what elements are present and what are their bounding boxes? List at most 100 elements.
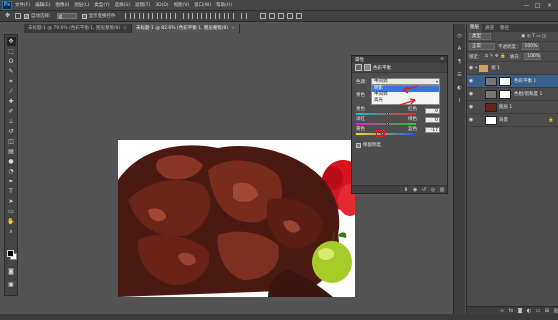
3d-slide-icon[interactable]: [295, 13, 302, 19]
path-select-icon[interactable]: ➤: [7, 197, 16, 206]
quick-select-tool-icon[interactable]: ✎: [7, 67, 16, 76]
tab-layers[interactable]: 图层: [467, 24, 482, 32]
show-transform-checkbox[interactable]: [81, 13, 87, 19]
marquee-tool-icon[interactable]: ⬚: [7, 47, 16, 56]
menu-layer[interactable]: 图层(L): [74, 2, 89, 8]
3d-rotate-icon[interactable]: [268, 13, 275, 19]
close-tab-icon[interactable]: ×: [231, 26, 235, 31]
align-vcenter-icon[interactable]: [133, 13, 140, 19]
menu-select[interactable]: 选择(S): [115, 2, 130, 8]
delete-layer-icon[interactable]: ▥: [553, 308, 558, 314]
slider-handle[interactable]: [385, 121, 390, 126]
visibility-eye-icon[interactable]: ◉: [467, 65, 475, 71]
tab-document-2[interactable]: 未标题-1 @ 82.6% (色彩平衡 1, 图层蒙版/8) ×: [131, 24, 240, 33]
tab-document-1[interactable]: 未标题-1 @ 79.6% (色彩平衡 1, 图层蒙版/8) ×: [24, 24, 132, 33]
menu-type[interactable]: 类型(Y): [94, 2, 109, 8]
3d-drag-icon[interactable]: [286, 13, 293, 19]
layer-mask-icon[interactable]: [364, 64, 371, 71]
move-tool-icon[interactable]: ✥: [6, 37, 16, 46]
3d-roll-icon[interactable]: [277, 13, 284, 19]
eyedropper-tool-icon[interactable]: ⁄: [7, 87, 16, 96]
menu-window[interactable]: 窗口(W): [194, 2, 211, 8]
visibility-eye-icon[interactable]: ◉: [467, 117, 475, 123]
layer-style-icon[interactable]: fx: [508, 308, 514, 314]
align-right-icon[interactable]: [169, 13, 176, 19]
lasso-tool-icon[interactable]: ʘ: [7, 57, 16, 66]
distribute-hcenter-icon[interactable]: [218, 13, 225, 19]
info-icon[interactable]: i: [456, 97, 463, 104]
new-adjustment-icon[interactable]: ◐: [526, 308, 532, 314]
crop-tool-icon[interactable]: ⌗: [7, 77, 16, 86]
auto-select-dropdown[interactable]: 组: [56, 13, 77, 19]
quick-mask-icon[interactable]: ◙: [7, 267, 16, 276]
clip-to-layer-icon[interactable]: ⬇: [403, 187, 409, 193]
layer-group-1[interactable]: ◉ ▾ 组 1: [467, 62, 558, 75]
preserve-luminosity-checkbox[interactable]: ✓: [356, 142, 361, 148]
visibility-eye-icon[interactable]: ◉: [467, 104, 475, 110]
document-canvas[interactable]: [118, 140, 355, 297]
menu-3d[interactable]: 3D(D): [155, 3, 168, 8]
menu-filter[interactable]: 滤镜(T): [135, 2, 150, 8]
clone-stamp-icon[interactable]: ⊥: [7, 117, 16, 126]
align-hcenter-icon[interactable]: [160, 13, 167, 19]
align-left-icon[interactable]: [151, 13, 158, 19]
layer-hue-saturation-1[interactable]: ◉ 色相/饱和度 1: [467, 88, 558, 101]
properties-icon[interactable]: ☰: [456, 71, 463, 78]
blur-tool-icon[interactable]: ●: [7, 157, 16, 166]
tab-channels[interactable]: 通道: [482, 25, 497, 31]
maximize-button[interactable]: □: [533, 1, 542, 9]
align-top-icon[interactable]: [124, 13, 131, 19]
foreground-color-swatch[interactable]: [7, 250, 14, 257]
distribute-left-icon[interactable]: [209, 13, 216, 19]
visibility-eye-icon[interactable]: ◉: [467, 91, 475, 97]
distribute-bottom-icon[interactable]: [200, 13, 207, 19]
yellow-blue-slider[interactable]: [356, 131, 416, 136]
add-mask-icon[interactable]: ◙: [517, 308, 523, 314]
fill-input[interactable]: 100%: [524, 53, 542, 60]
pen-tool-icon[interactable]: ✒: [7, 177, 16, 186]
delete-icon[interactable]: ▥: [439, 187, 445, 193]
type-tool-icon[interactable]: T: [7, 187, 16, 196]
menu-help[interactable]: 帮助(H): [216, 2, 232, 8]
close-window-button[interactable]: ×: [545, 1, 554, 9]
lock-icons[interactable]: ⊡ ✎ ✥ 🔒: [485, 54, 506, 59]
auto-align-icon[interactable]: [240, 13, 247, 19]
slider-handle[interactable]: [385, 111, 390, 116]
view-previous-icon[interactable]: ◉: [412, 187, 418, 193]
shape-tool-icon[interactable]: ▭: [7, 207, 16, 216]
layer-image-1[interactable]: ◉ 图层 1: [467, 101, 558, 114]
menu-view[interactable]: 视图(V): [174, 2, 190, 8]
distribute-top-icon[interactable]: [182, 13, 189, 19]
tool-preset-icon[interactable]: [15, 13, 21, 19]
character-icon[interactable]: A: [456, 45, 463, 52]
panel-menu-icon[interactable]: ≡: [440, 57, 444, 62]
adjustments-icon[interactable]: ◐: [456, 84, 463, 91]
chevron-down-icon[interactable]: ▾: [475, 66, 477, 71]
minimize-button[interactable]: —: [522, 1, 531, 9]
auto-select-checkbox[interactable]: ✓: [24, 13, 29, 19]
menu-edit[interactable]: 编辑(E): [35, 2, 50, 8]
layer-color-balance-1[interactable]: ◉ 色彩平衡 1: [467, 75, 558, 88]
history-icon[interactable]: ◷: [456, 32, 463, 39]
new-group-icon[interactable]: ▭: [535, 308, 541, 314]
magenta-green-input[interactable]: 0: [425, 117, 440, 123]
align-bottom-icon[interactable]: [142, 13, 149, 19]
zoom-tool-icon[interactable]: ⌕: [7, 227, 16, 236]
eraser-tool-icon[interactable]: ◫: [7, 137, 16, 146]
yellow-blue-input[interactable]: -17: [425, 127, 440, 133]
healing-brush-icon[interactable]: ✚: [7, 97, 16, 106]
3d-mode-icon[interactable]: [259, 13, 266, 19]
layer-mask-thumbnail[interactable]: [499, 89, 511, 99]
close-tab-icon[interactable]: ×: [123, 26, 127, 31]
menu-file[interactable]: 文件(F): [15, 2, 30, 8]
visibility-eye-icon[interactable]: ◉: [467, 78, 475, 84]
cyan-red-slider[interactable]: [356, 111, 416, 116]
dodge-tool-icon[interactable]: ◔: [7, 167, 16, 176]
distribute-right-icon[interactable]: [227, 13, 234, 19]
screen-mode-icon[interactable]: ▣: [7, 280, 16, 289]
visibility-icon[interactable]: ◎: [430, 187, 436, 193]
paragraph-icon[interactable]: ¶: [456, 58, 463, 65]
distribute-vcenter-icon[interactable]: [191, 13, 198, 19]
layer-mask-thumbnail[interactable]: [499, 76, 511, 86]
hand-tool-icon[interactable]: ✋: [7, 217, 16, 226]
